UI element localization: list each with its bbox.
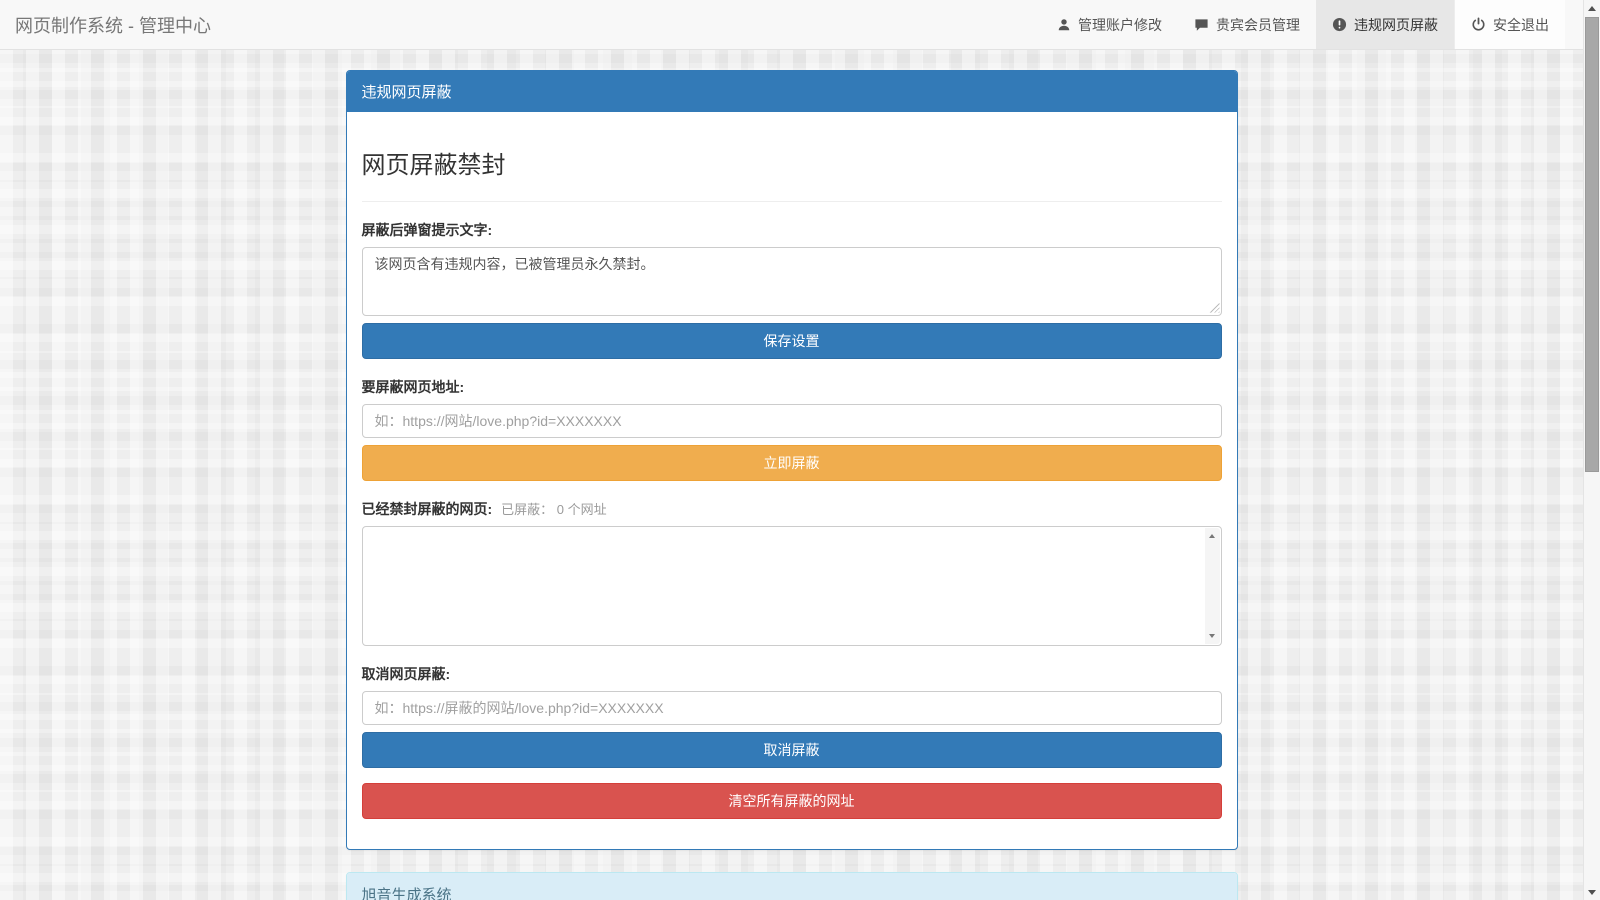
block-now-button[interactable]: 立即屏蔽: [362, 445, 1222, 481]
user-icon: [1057, 17, 1071, 32]
block-url-input[interactable]: [362, 404, 1222, 438]
popup-text-input[interactable]: 该网页含有违规内容，已被管理员永久禁封。: [362, 247, 1222, 316]
nav-item-label: 违规网页屏蔽: [1354, 15, 1438, 35]
nav-item-label: 贵宾会员管理: [1216, 15, 1300, 35]
top-navbar: 网页制作系统 - 管理中心 管理账户修改 贵宾会员管理: [0, 0, 1583, 50]
unblock-url-input[interactable]: [362, 691, 1222, 725]
blocked-list-label: 已经禁封屏蔽的网页:: [362, 499, 493, 519]
nav-item-logout[interactable]: 安全退出: [1454, 0, 1565, 49]
page: 网页制作系统 - 管理中心 管理账户修改 贵宾会员管理: [0, 0, 1600, 900]
scrollbar-down-icon[interactable]: [1584, 884, 1600, 900]
block-panel-header: 违规网页屏蔽: [347, 71, 1237, 112]
nav-item-label: 管理账户修改: [1078, 15, 1162, 35]
brand-title: 网页制作系统 - 管理中心: [0, 0, 226, 49]
scrollbar-thumb[interactable]: [1585, 17, 1599, 472]
navbar-menu: 管理账户修改 贵宾会员管理 违规网页屏蔽: [1041, 0, 1565, 49]
blocked-list[interactable]: [362, 526, 1222, 646]
nav-item-vip[interactable]: 贵宾会员管理: [1178, 0, 1316, 49]
save-settings-button[interactable]: 保存设置: [362, 323, 1222, 359]
comment-icon: [1194, 17, 1209, 32]
blocked-list-scrollbar[interactable]: [1205, 528, 1220, 644]
nav-item-block-pages[interactable]: 违规网页屏蔽: [1316, 0, 1454, 49]
main-viewport: 网页制作系统 - 管理中心 管理账户修改 贵宾会员管理: [0, 0, 1583, 900]
nav-item-label: 安全退出: [1493, 15, 1549, 35]
popup-text-wrap: 该网页含有违规内容，已被管理员永久禁封。: [362, 247, 1222, 316]
block-url-label: 要屏蔽网页地址:: [362, 377, 1222, 397]
page-title: 网页屏蔽禁封: [362, 149, 1222, 183]
blocked-list-label-row: 已经禁封屏蔽的网页: 已屏蔽： 0 个网址: [362, 499, 1222, 519]
title-divider: [362, 201, 1222, 202]
nav-item-account[interactable]: 管理账户修改: [1041, 0, 1178, 49]
generator-panel-header: 旭音生成系统: [347, 873, 1237, 900]
popup-text-label: 屏蔽后弹窗提示文字:: [362, 220, 1222, 240]
content-container: 违规网页屏蔽 网页屏蔽禁封 屏蔽后弹窗提示文字: 该网页含有违规内容，已被管理员…: [346, 70, 1238, 900]
clear-all-button[interactable]: 清空所有屏蔽的网址: [362, 783, 1222, 819]
page-scrollbar[interactable]: [1583, 0, 1600, 900]
block-panel: 违规网页屏蔽 网页屏蔽禁封 屏蔽后弹窗提示文字: 该网页含有违规内容，已被管理员…: [346, 70, 1238, 850]
unblock-button[interactable]: 取消屏蔽: [362, 732, 1222, 768]
unblock-url-label: 取消网页屏蔽:: [362, 664, 1222, 684]
blocked-count: 已屏蔽： 0 个网址: [501, 499, 606, 518]
block-panel-body: 网页屏蔽禁封 屏蔽后弹窗提示文字: 该网页含有违规内容，已被管理员永久禁封。 保…: [347, 112, 1237, 849]
exclamation-circle-icon: [1332, 17, 1347, 32]
scrollbar-up-icon[interactable]: [1584, 0, 1600, 16]
scroll-up-icon[interactable]: [1205, 529, 1220, 543]
generator-panel: 旭音生成系统: [346, 872, 1238, 900]
scroll-down-icon[interactable]: [1205, 629, 1220, 643]
power-icon: [1471, 17, 1486, 32]
